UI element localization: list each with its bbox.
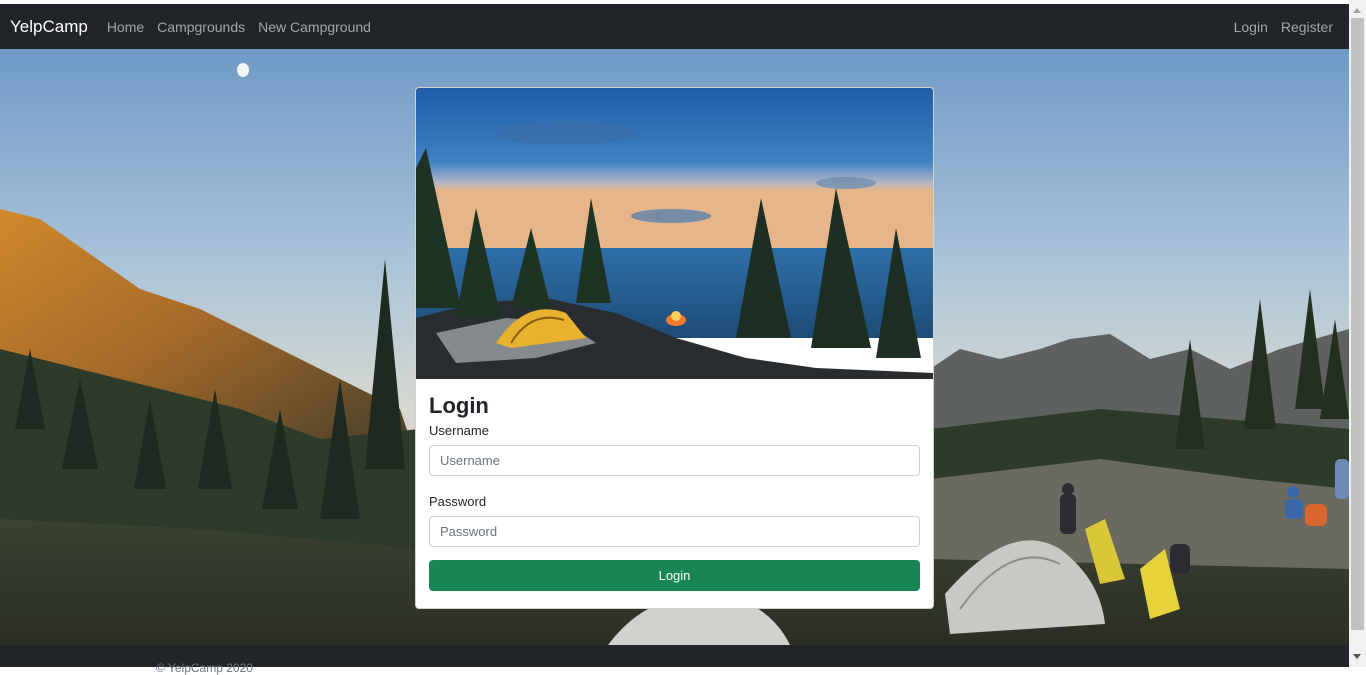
brand-logo[interactable]: YelpCamp [10, 17, 88, 37]
username-label: Username [429, 423, 489, 438]
username-input[interactable] [429, 445, 920, 476]
vertical-scrollbar[interactable] [1349, 0, 1366, 667]
login-button[interactable]: Login [429, 560, 920, 591]
navbar: YelpCamp Home Campgrounds New Campground… [0, 4, 1349, 49]
footer: © YelpCamp 2020 [0, 645, 1349, 675]
login-title: Login [429, 393, 489, 418]
nav-login-link[interactable]: Login [1234, 19, 1268, 35]
card-campsite-image [416, 88, 933, 379]
nav-new-campground-link[interactable]: New Campground [258, 19, 371, 35]
password-label: Password [429, 494, 487, 509]
login-card: Login Username Password Login [415, 87, 934, 609]
card-body: Login Username Password Login [429, 379, 920, 591]
auth-links: Login Register [1234, 19, 1346, 35]
password-input[interactable] [429, 516, 920, 547]
scrollbar-thumb[interactable] [1351, 18, 1364, 630]
nav-home-link[interactable]: Home [107, 19, 144, 35]
nav-campgrounds-link[interactable]: Campgrounds [157, 19, 245, 35]
scroll-down-arrow-icon[interactable] [1353, 654, 1361, 659]
footer-copyright: © YelpCamp 2020 [156, 661, 253, 675]
scroll-up-arrow-icon[interactable] [1353, 8, 1361, 13]
nav-register-link[interactable]: Register [1281, 19, 1333, 35]
